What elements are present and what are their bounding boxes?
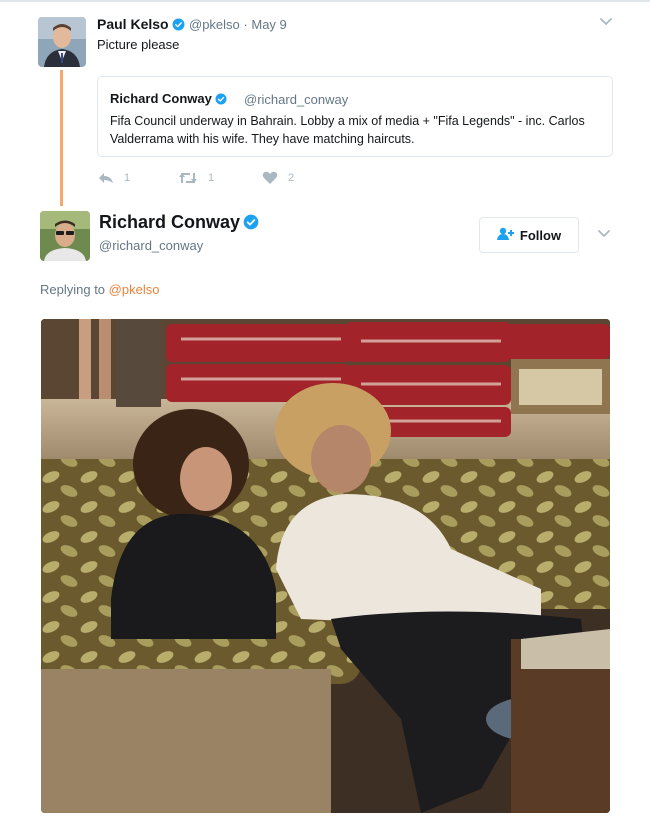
retweet-button[interactable]: 1	[178, 171, 214, 185]
tweet-meta: @pkelso · May 9	[189, 17, 287, 32]
tweet-date[interactable]: May 9	[251, 17, 286, 32]
tweet-text: Picture please	[97, 37, 180, 52]
quoted-tweet-text: Fifa Council underway in Bahrain. Lobby …	[110, 114, 585, 146]
retweet-icon	[178, 171, 208, 185]
verified-badge-icon	[215, 93, 227, 108]
like-button[interactable]: 2	[262, 171, 294, 185]
quoted-tweet-card[interactable]: Richard Conway @richard_conway Fifa Coun…	[97, 76, 613, 157]
reply-icon	[98, 171, 124, 185]
replying-to-link[interactable]: @pkelso	[109, 282, 160, 297]
top-divider	[0, 0, 650, 2]
reply-author-name[interactable]: Richard Conway	[99, 212, 259, 235]
chevron-down-icon[interactable]	[599, 17, 613, 27]
tweet-author-handle[interactable]: @pkelso	[189, 17, 240, 32]
tweet-author-name[interactable]: Paul Kelso	[97, 16, 185, 34]
verified-badge-icon	[172, 18, 185, 34]
retweet-count: 1	[208, 172, 215, 184]
replying-prefix: Replying to	[40, 282, 106, 297]
chevron-down-icon[interactable]	[597, 229, 611, 239]
follow-button[interactable]: Follow	[479, 217, 579, 253]
follow-label: Follow	[519, 227, 562, 243]
replying-to-line: Replying to @pkelso	[40, 282, 159, 297]
reply-author-handle[interactable]: @richard_conway	[99, 238, 203, 253]
add-user-icon	[496, 227, 520, 244]
heart-icon	[262, 171, 288, 185]
avatar-richard-conway[interactable]	[40, 211, 90, 261]
reply-count: 1	[124, 172, 131, 184]
verified-badge-icon	[243, 214, 259, 235]
quoted-author-handle: @richard_conway	[244, 92, 349, 107]
reply-button[interactable]: 1	[98, 171, 130, 185]
quoted-author-name: Richard Conway	[110, 91, 227, 108]
meta-separator: ·	[243, 17, 248, 32]
thread-connector-line	[60, 70, 63, 206]
tweet-photo[interactable]	[41, 319, 610, 813]
like-count: 2	[288, 172, 295, 184]
avatar-paul-kelso[interactable]	[38, 17, 86, 67]
